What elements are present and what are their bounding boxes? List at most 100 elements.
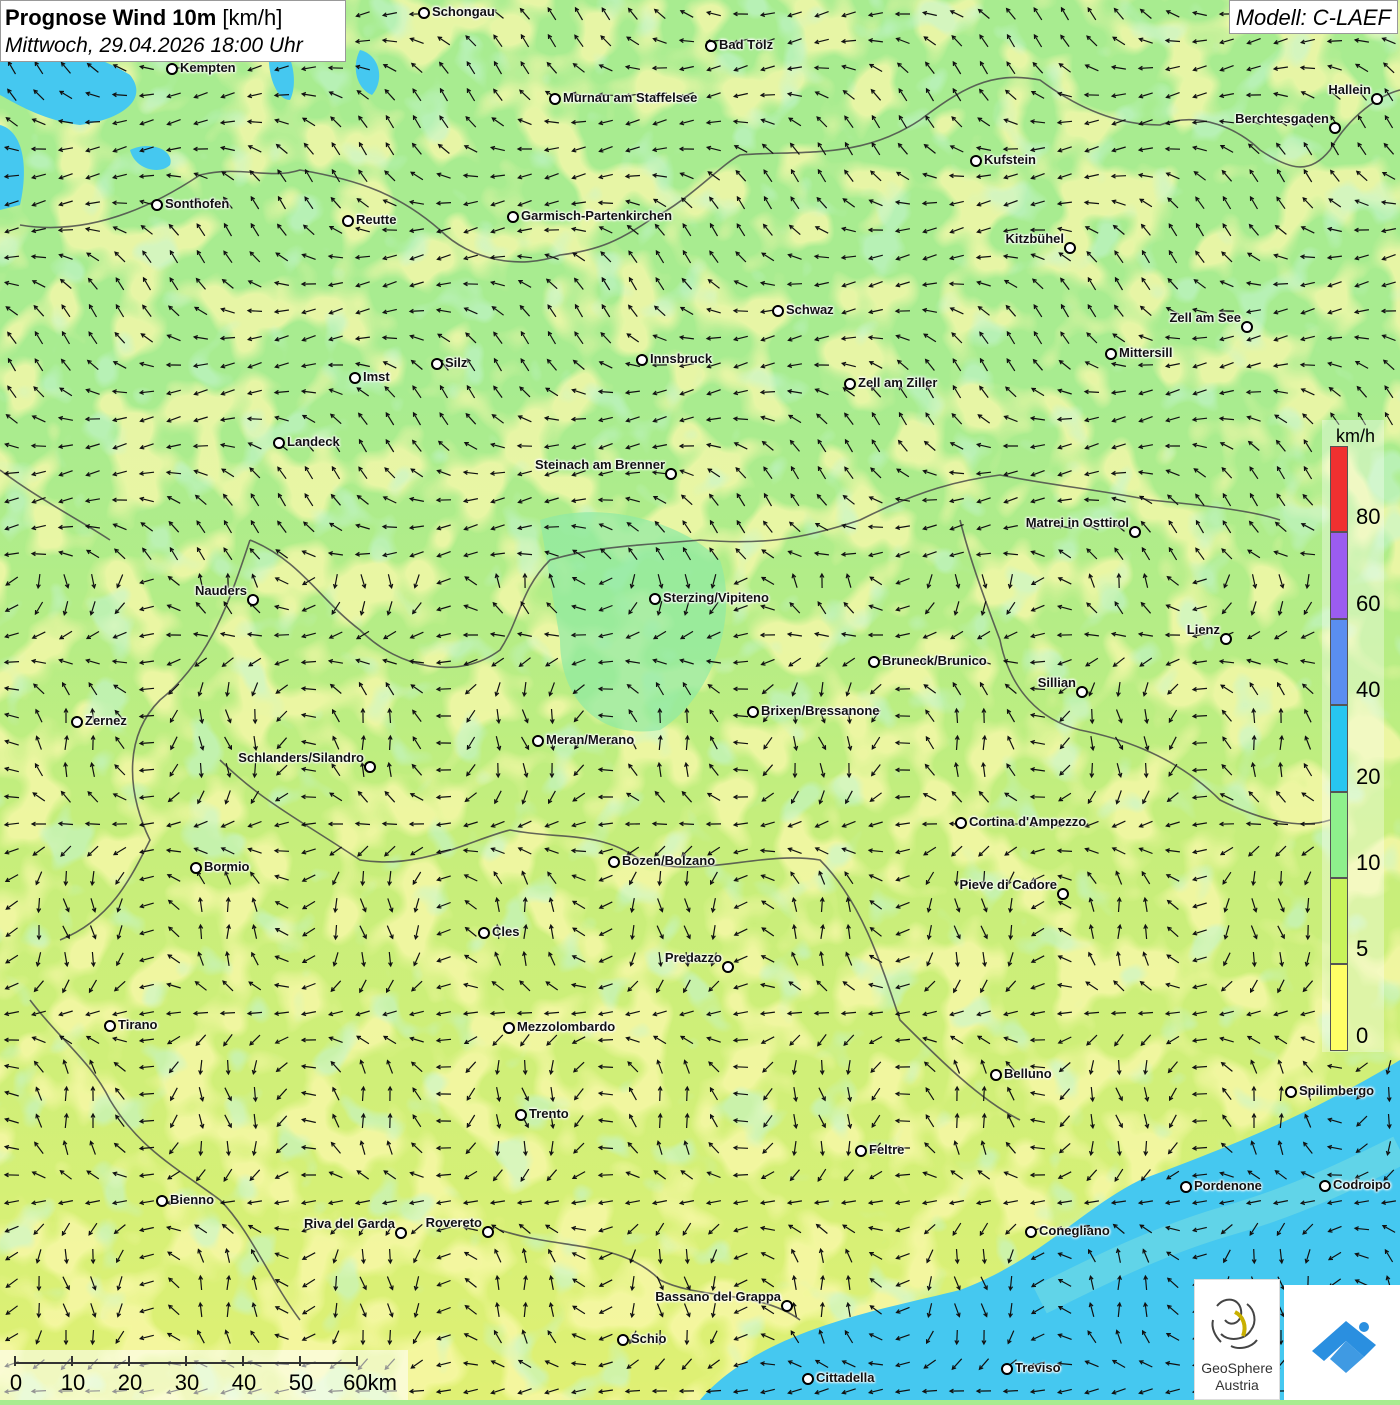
city-label: Conegliano <box>1039 1223 1110 1238</box>
city-dot-icon <box>418 7 430 19</box>
city-dot-icon <box>1001 1363 1013 1375</box>
city-dot-icon <box>532 735 544 747</box>
city-label: Bienno <box>170 1192 215 1207</box>
city-label: Matrei in Osttirol <box>1025 515 1129 530</box>
city-dot-icon <box>636 354 648 366</box>
map-title: Prognose Wind 10m [km/h] <box>5 5 283 30</box>
geosphere-logo[interactable]: GeoSphere Austria <box>1194 1279 1280 1400</box>
legend-label: 20 <box>1356 763 1381 789</box>
city-label: Imst <box>363 369 390 384</box>
city-label: Kufstein <box>984 152 1036 167</box>
city-dot-icon <box>1285 1086 1297 1098</box>
city-dot-icon <box>349 372 361 384</box>
city-dot-icon <box>772 305 784 317</box>
legend-label: 10 <box>1356 850 1381 875</box>
city-label: Brixen/Bressanone <box>761 703 880 718</box>
city-label: Schio <box>631 1331 667 1346</box>
city-label: Kitzbühel <box>1005 231 1065 246</box>
city-label: Berchtesgaden <box>1235 111 1329 126</box>
city-dot-icon <box>1319 1180 1331 1192</box>
scale-tick <box>299 1356 301 1366</box>
scale-tick <box>185 1356 187 1366</box>
city-label: Rovereto <box>425 1215 482 1230</box>
city-label: Bruneck/Brunico <box>882 653 987 668</box>
city-label: Zell am See <box>1169 310 1241 325</box>
city-label: Lienz <box>1186 622 1220 637</box>
city-label: Zernez <box>85 713 127 728</box>
city-label: Mezzolombardo <box>517 1019 616 1034</box>
legend-label: 60 <box>1356 590 1381 616</box>
geosphere-name: GeoSphere <box>1201 1360 1273 1376</box>
city-dot-icon <box>1180 1181 1192 1193</box>
city-label: Hallein <box>1328 82 1371 97</box>
city-dot-icon <box>507 211 519 223</box>
city-dot-icon <box>802 1373 814 1385</box>
city-label: Cittadella <box>816 1370 875 1385</box>
scale-tick <box>356 1356 358 1366</box>
city-dot-icon <box>503 1022 515 1034</box>
city-dot-icon <box>166 63 178 75</box>
city-dot-icon <box>705 40 717 52</box>
city-label: Tirano <box>118 1017 158 1032</box>
city-dot-icon <box>781 1300 793 1312</box>
scale-label: 30 <box>174 1370 200 1395</box>
scale-tick <box>14 1356 16 1366</box>
city-label: Steinach am Brenner <box>534 457 665 472</box>
legend-label: 0 <box>1356 1022 1369 1048</box>
color-legend: km/h 0 5 10 20 40 60 80 <box>1322 420 1384 1052</box>
city-dot-icon <box>649 593 661 605</box>
geosphere-country: Austria <box>1215 1377 1259 1393</box>
city-label: Innsbruck <box>650 351 713 366</box>
city-dot-icon <box>1057 888 1069 900</box>
model-label: Modell: C-LAEF <box>1228 0 1398 34</box>
legend-swatch <box>1330 446 1348 533</box>
city-label: Predazzo <box>664 950 722 965</box>
scale-label: 50 <box>288 1370 314 1395</box>
city-label: Cortina d'Ampezzo <box>969 814 1087 829</box>
city-label: Sterzing/Vipiteno <box>663 590 769 605</box>
legend-swatch <box>1330 705 1348 792</box>
city-dot-icon <box>665 468 677 480</box>
city-dot-icon <box>395 1227 407 1239</box>
legend-label: 80 <box>1356 504 1381 530</box>
city-label: Nauders <box>194 583 247 598</box>
city-dot-icon <box>342 215 354 227</box>
city-label: Riva del Garda <box>303 1216 395 1231</box>
city-label: Bozen/Bolzano <box>622 853 716 868</box>
legend-swatch <box>1330 532 1348 619</box>
city-label: Landeck <box>287 434 340 449</box>
city-dot-icon <box>1329 122 1341 134</box>
city-dot-icon <box>104 1020 116 1032</box>
city-label: Kempten <box>180 60 236 75</box>
city-dot-icon <box>151 199 163 211</box>
city-label: Feltre <box>869 1142 905 1157</box>
legend-label: 40 <box>1356 677 1381 703</box>
city-dot-icon <box>1076 686 1088 698</box>
city-dot-icon <box>1025 1226 1037 1238</box>
scale-label: 20 <box>117 1370 143 1395</box>
city-dot-icon <box>608 856 620 868</box>
city-label: Bormio <box>204 859 250 874</box>
legend-label: 5 <box>1356 936 1369 962</box>
city-label: Treviso <box>1015 1360 1061 1375</box>
city-label: Mittersill <box>1119 345 1173 360</box>
city-dot-icon <box>747 706 759 718</box>
city-dot-icon <box>1105 348 1117 360</box>
scale-tick <box>242 1356 244 1366</box>
city-dot-icon <box>273 437 285 449</box>
city-label: Schlanders/Silandro <box>238 750 364 765</box>
scale-bar: 0 10 20 30 40 50 60km <box>0 1350 408 1400</box>
city-label: Bassano del Grappa <box>655 1289 781 1304</box>
city-label: Sonthofen <box>165 196 230 211</box>
app-logo[interactable] <box>1284 1285 1400 1400</box>
city-label: Schwaz <box>786 302 834 317</box>
scale-tick <box>128 1356 130 1366</box>
city-label: Belluno <box>1004 1066 1052 1081</box>
city-dot-icon <box>868 656 880 668</box>
legend-swatch <box>1330 791 1348 878</box>
scale-label: 40 <box>231 1370 257 1395</box>
city-label: Meran/Merano <box>546 732 635 747</box>
city-dot-icon <box>156 1195 168 1207</box>
scale-label: 0 <box>9 1370 23 1395</box>
city-label: Silz <box>445 355 468 370</box>
